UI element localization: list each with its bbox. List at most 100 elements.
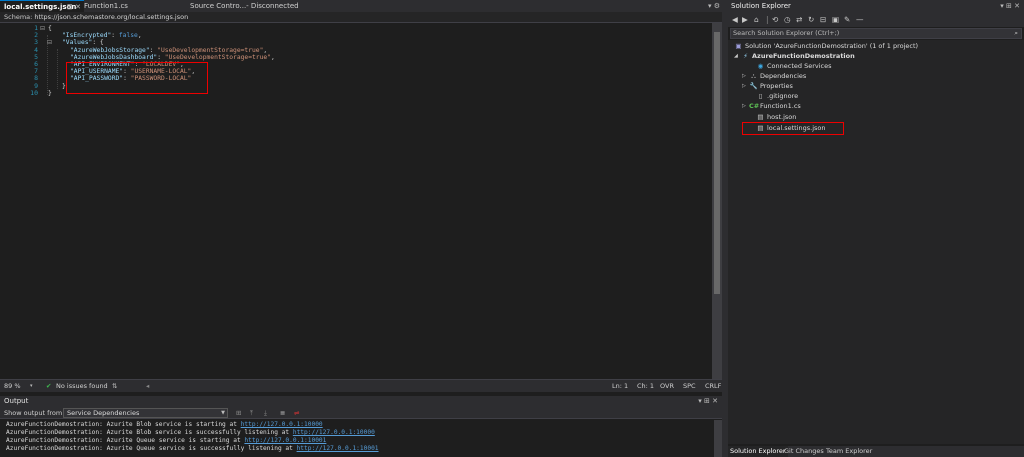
word-wrap-icon[interactable]: ⇌ bbox=[294, 407, 299, 419]
tree-node-label: Properties bbox=[760, 82, 793, 90]
refresh-icon[interactable]: ↻ bbox=[808, 12, 814, 27]
tree-item-connected-services[interactable]: ◉ Connected Services bbox=[756, 62, 832, 71]
issues-nav-icon[interactable]: ⇅ bbox=[112, 380, 117, 392]
show-output-label: Show output from: bbox=[4, 409, 65, 417]
wrench-icon[interactable]: ✎ bbox=[844, 12, 850, 27]
tree-item-dependencies[interactable]: ▷ ⛬ Dependencies bbox=[742, 72, 806, 81]
tree-node-label: Function1.cs bbox=[760, 102, 801, 110]
csharp-file-icon: C# bbox=[749, 102, 760, 110]
preview-icon[interactable]: — bbox=[856, 12, 864, 27]
expand-caret-icon[interactable]: ▷ bbox=[742, 102, 749, 111]
code-line[interactable]: "AzureWebJobsDashboard": "UseDevelopment… bbox=[70, 54, 275, 61]
clear-all-icon[interactable]: ≣ bbox=[280, 407, 285, 419]
expand-caret-icon[interactable]: ◢ bbox=[734, 52, 741, 61]
tree-project-node[interactable]: ◢ ⚡ AzureFunctionDemostration bbox=[734, 52, 855, 61]
back-icon[interactable]: ◀ bbox=[732, 12, 738, 27]
output-url-link[interactable]: http://127.0.0.1:10001 bbox=[244, 437, 326, 444]
search-placeholder: Search Solution Explorer (Ctrl+;) bbox=[733, 29, 840, 37]
line-indicator[interactable]: Ln: 1 bbox=[612, 380, 628, 392]
find-message-icon[interactable]: ⊞ bbox=[236, 407, 241, 419]
tree-node-label: .gitignore bbox=[767, 92, 799, 100]
tree-item-gitignore[interactable]: ▯ .gitignore bbox=[756, 92, 798, 101]
scroll-left-icon[interactable]: ◂ bbox=[146, 380, 149, 392]
solution-explorer-tabs: Solution Explorer Git Changes Team Explo… bbox=[728, 446, 1024, 457]
tree-item-function1-cs[interactable]: ▷ C#Function1.cs bbox=[742, 102, 801, 111]
code-token: , bbox=[270, 53, 275, 61]
overwrite-indicator[interactable]: OVR bbox=[660, 380, 674, 392]
tab-function1-cs[interactable]: Function1.cs bbox=[80, 0, 152, 12]
show-all-files-icon[interactable]: ▣ bbox=[832, 12, 839, 27]
code-line[interactable]: } bbox=[48, 90, 52, 97]
collapse-icon[interactable]: ⊟ bbox=[40, 25, 45, 32]
tab-team-explorer[interactable]: Team Explorer bbox=[824, 446, 874, 457]
tree-solution-node[interactable]: ▣ Solution 'AzureFunctionDemostration' (1… bbox=[734, 42, 918, 51]
sync-icon[interactable]: ⇄ bbox=[796, 12, 802, 27]
output-line: AzureFunctionDemostration: Azurite Queue… bbox=[6, 437, 326, 445]
window-options-icon[interactable]: ▾ ⊞ ✕ bbox=[1000, 0, 1020, 12]
pending-changes-filter-icon[interactable]: ◷ bbox=[784, 12, 791, 27]
switch-views-icon[interactable]: ⟲ bbox=[772, 12, 778, 27]
schema-bar: Schema: https://json.schemastore.org/loca… bbox=[0, 12, 722, 23]
output-line-text: AzureFunctionDemostration: Azurite Queue… bbox=[6, 445, 297, 452]
tab-git-changes[interactable]: Git Changes bbox=[782, 446, 826, 457]
code-line[interactable]: "AzureWebJobsStorage": "UseDevelopmentSt… bbox=[70, 47, 267, 54]
tree-node-label: Solution 'AzureFunctionDemostration' (1 … bbox=[745, 42, 919, 50]
output-scrollbar[interactable] bbox=[714, 420, 722, 457]
expand-caret-icon[interactable]: ▷ bbox=[742, 72, 749, 81]
output-url-link[interactable]: http://127.0.0.1:10001 bbox=[297, 445, 379, 452]
search-icon[interactable]: ⌕ bbox=[1014, 29, 1018, 38]
output-source-select[interactable]: Service Dependencies ▼ bbox=[63, 408, 228, 418]
json-file-icon: ▤ bbox=[757, 113, 764, 121]
output-line: AzureFunctionDemostration: Azurite Blob … bbox=[6, 421, 323, 429]
code-token: false bbox=[118, 32, 138, 40]
output-line-text: AzureFunctionDemostration: Azurite Queue… bbox=[6, 437, 245, 444]
next-message-icon[interactable]: ⤓ bbox=[264, 407, 267, 419]
tree-item-properties[interactable]: ▷ 🔧 Properties bbox=[742, 82, 793, 91]
collapse-icon[interactable]: ⊟ bbox=[47, 39, 52, 46]
tab-solution-explorer[interactable]: Solution Explorer bbox=[728, 446, 788, 457]
editor-scrollbar-thumb[interactable] bbox=[714, 32, 720, 294]
wrench-icon: 🔧 bbox=[749, 82, 758, 90]
previous-message-icon[interactable]: ⤒ bbox=[250, 407, 253, 419]
highlight-box-local-settings bbox=[742, 122, 844, 135]
expand-caret-icon[interactable]: ▷ bbox=[742, 82, 749, 91]
code-token: "Values" bbox=[62, 39, 93, 47]
code-token: "UseDevelopmentStorage=true" bbox=[164, 53, 271, 61]
chevron-down-icon[interactable]: ▾ bbox=[30, 380, 33, 392]
file-icon: ▯ bbox=[758, 92, 763, 100]
code-line[interactable]: "IsEncrypted": false, bbox=[62, 32, 142, 39]
code-token: : { bbox=[92, 39, 104, 47]
output-url-link[interactable]: http://127.0.0.1:10000 bbox=[293, 429, 375, 436]
collapse-all-icon[interactable]: ⊟ bbox=[820, 12, 826, 27]
tab-label: Source Contro...- Disconnected bbox=[190, 2, 299, 10]
editor-status-bar: 89 % ▾ ✔ No issues found ⇅ ◂ Ln: 1 Ch: 1… bbox=[0, 379, 722, 392]
code-token: "UseDevelopmentStorage=true" bbox=[157, 46, 264, 54]
issues-status[interactable]: No issues found bbox=[56, 380, 108, 392]
char-indicator[interactable]: Ch: 1 bbox=[637, 380, 654, 392]
output-title: Output bbox=[4, 397, 29, 405]
code-token: : bbox=[157, 53, 165, 61]
home-icon[interactable]: ⌂ bbox=[754, 12, 759, 27]
code-line[interactable]: "Values": { bbox=[62, 39, 104, 46]
output-text[interactable]: AzureFunctionDemostration: Azurite Blob … bbox=[0, 420, 714, 457]
forward-icon[interactable]: ▶ bbox=[742, 12, 748, 27]
panel-options-icon[interactable]: ▾ ⊞ ✕ bbox=[698, 396, 718, 407]
spaces-indicator[interactable]: SPC bbox=[683, 380, 696, 392]
code-token: } bbox=[48, 89, 52, 97]
code-token: "AzureWebJobsStorage" bbox=[70, 46, 150, 54]
highlight-box-api-settings bbox=[66, 62, 208, 94]
zoom-level[interactable]: 89 % bbox=[4, 380, 21, 392]
tab-overflow-icon[interactable]: ▾ ⚙ bbox=[708, 0, 720, 12]
line-number: 10 bbox=[30, 88, 38, 97]
schema-url[interactable]: https://json.schemastore.org/local.setti… bbox=[34, 13, 188, 21]
output-url-link[interactable]: http://127.0.0.1:10000 bbox=[241, 421, 323, 428]
solution-search-input[interactable]: Search Solution Explorer (Ctrl+;) ⌕ bbox=[730, 28, 1022, 39]
code-line[interactable]: { bbox=[48, 25, 52, 32]
tab-source-control[interactable]: Source Contro...- Disconnected bbox=[186, 0, 310, 12]
output-title-bar: Output ▾ ⊞ ✕ bbox=[0, 396, 722, 407]
solution-icon: ▣ bbox=[735, 42, 742, 50]
line-ending-indicator[interactable]: CRLF bbox=[705, 380, 721, 392]
indent-guide bbox=[57, 49, 58, 89]
tree-item-host-json[interactable]: ▤ host.json bbox=[756, 113, 796, 122]
code-token: : bbox=[111, 32, 119, 40]
